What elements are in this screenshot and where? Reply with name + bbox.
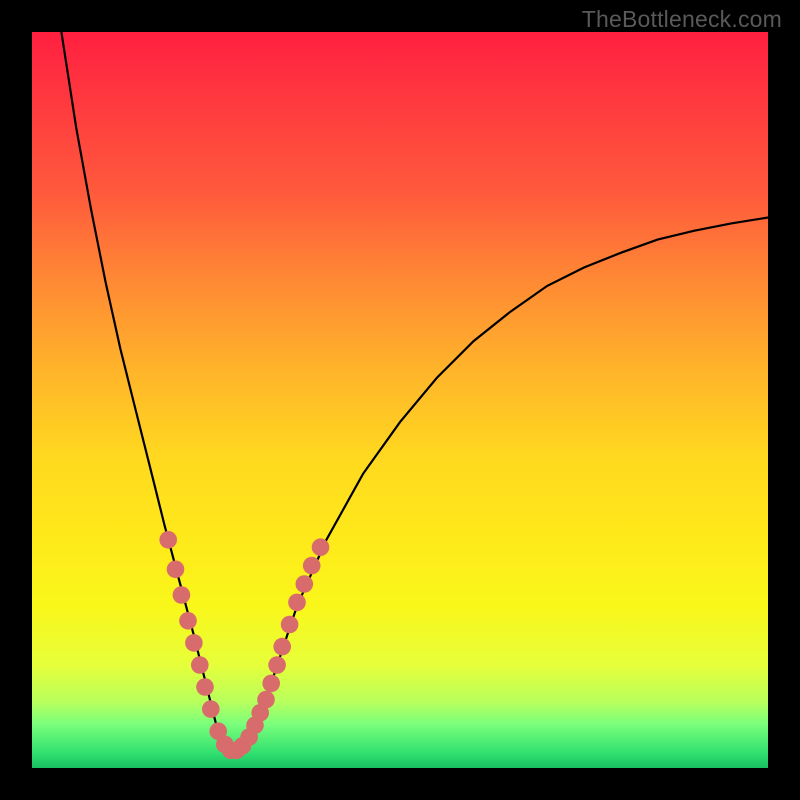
data-marker xyxy=(179,612,197,630)
data-marker xyxy=(281,616,299,634)
data-marker xyxy=(262,675,280,693)
data-marker xyxy=(191,656,209,674)
data-marker xyxy=(257,691,275,709)
plot-area xyxy=(32,32,768,768)
data-marker xyxy=(303,557,321,575)
data-marker xyxy=(185,634,203,652)
data-marker xyxy=(196,678,214,696)
bottleneck-curve xyxy=(61,32,768,753)
data-marker xyxy=(202,700,220,718)
data-marker xyxy=(167,561,185,579)
data-marker xyxy=(288,594,306,612)
data-marker xyxy=(273,638,291,656)
data-marker xyxy=(173,586,191,604)
data-marker xyxy=(268,656,286,674)
data-marker xyxy=(159,531,177,549)
chart-svg xyxy=(32,32,768,768)
chart-frame: TheBottleneck.com xyxy=(0,0,800,800)
data-marker xyxy=(312,538,330,556)
marker-group xyxy=(159,531,329,759)
watermark-text: TheBottleneck.com xyxy=(582,6,782,33)
data-marker xyxy=(296,575,314,593)
